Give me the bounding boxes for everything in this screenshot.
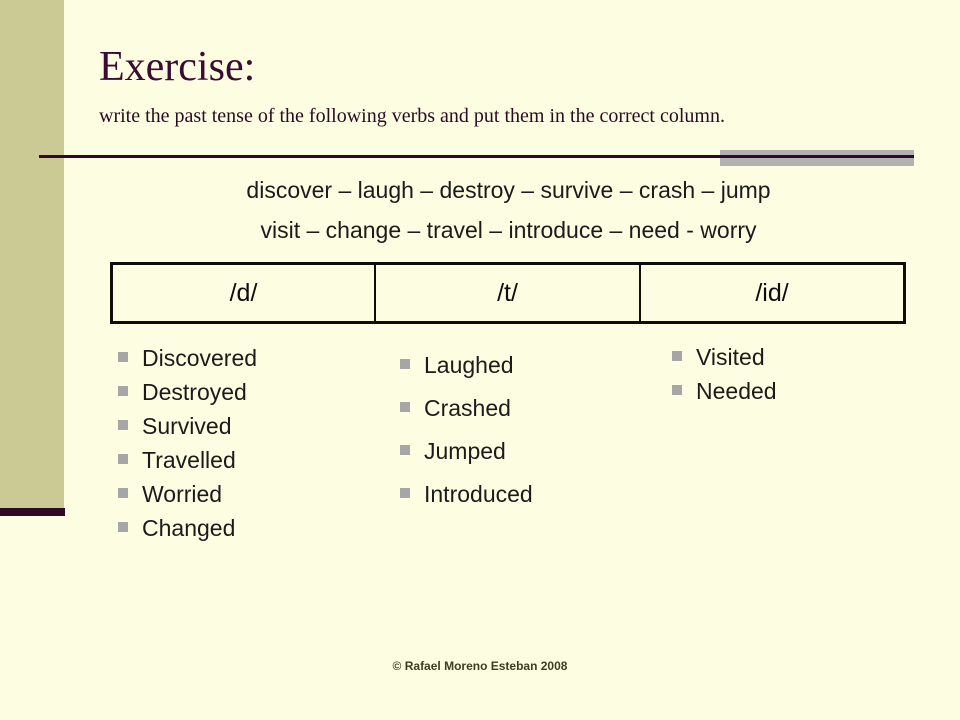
pronunciation-table: /d/ /t/ /id/ <box>110 262 906 324</box>
page-subtitle: write the past tense of the following ve… <box>99 105 725 127</box>
verb-prompt-line-1: discover – laugh – destroy – survive – c… <box>246 177 771 203</box>
square-bullet-icon <box>118 522 128 532</box>
square-bullet-icon <box>400 402 410 412</box>
list-item-label: Changed <box>142 515 236 541</box>
square-bullet-icon <box>118 386 128 396</box>
left-decorative-band <box>0 0 64 508</box>
table-header-d: /d/ <box>229 278 258 307</box>
list-item-label: Jumped <box>424 438 506 464</box>
square-bullet-icon <box>118 352 128 362</box>
list-item: Survived <box>118 411 378 441</box>
square-bullet-icon <box>400 488 410 498</box>
list-item-label: Introduced <box>424 481 533 507</box>
list-item-label: Worried <box>142 481 223 507</box>
list-item-label: Visited <box>696 344 765 370</box>
verb-prompt-block: discover – laugh – destroy – survive – c… <box>110 174 907 246</box>
list-item: Needed <box>672 376 922 406</box>
list-item: Introduced <box>400 479 660 509</box>
list-item: Worried <box>118 479 378 509</box>
answer-column-id: Visited Needed <box>672 342 922 410</box>
square-bullet-icon <box>118 488 128 498</box>
list-item: Travelled <box>118 445 378 475</box>
square-bullet-icon <box>672 385 682 395</box>
verb-prompt-line-2: visit – change – travel – introduce – ne… <box>260 217 757 243</box>
list-item: Crashed <box>400 393 660 423</box>
list-item: Jumped <box>400 436 660 466</box>
table-header-t: /t/ <box>374 265 641 321</box>
list-item-label: Travelled <box>142 447 236 473</box>
top-right-grey-block <box>720 150 914 166</box>
square-bullet-icon <box>118 454 128 464</box>
list-item-label: Destroyed <box>142 379 247 405</box>
square-bullet-icon <box>672 351 682 361</box>
square-bullet-icon <box>400 445 410 455</box>
slide-canvas: Exercise: write the past tense of the fo… <box>0 0 960 720</box>
table-header-id: /id/ <box>755 278 789 307</box>
list-item: Laughed <box>400 350 660 380</box>
list-item: Discovered <box>118 343 378 373</box>
list-item-label: Crashed <box>424 395 511 421</box>
page-title: Exercise: <box>99 44 256 90</box>
copyright-footer: © Rafael Moreno Esteban 2008 <box>392 659 568 673</box>
list-item-label: Needed <box>696 378 777 404</box>
square-bullet-icon <box>118 420 128 430</box>
list-item: Changed <box>118 513 378 543</box>
list-item: Destroyed <box>118 377 378 407</box>
answer-column-d: Discovered Destroyed Survived Travelled … <box>118 343 378 547</box>
list-item-label: Survived <box>142 413 232 439</box>
square-bullet-icon <box>400 359 410 369</box>
list-item-label: Laughed <box>424 352 514 378</box>
list-item: Visited <box>672 342 922 372</box>
left-band-accent-bar <box>0 508 65 516</box>
title-divider-rule <box>39 155 914 158</box>
list-item-label: Discovered <box>142 345 258 371</box>
answer-column-t: Laughed Crashed Jumped Introduced <box>400 350 660 522</box>
